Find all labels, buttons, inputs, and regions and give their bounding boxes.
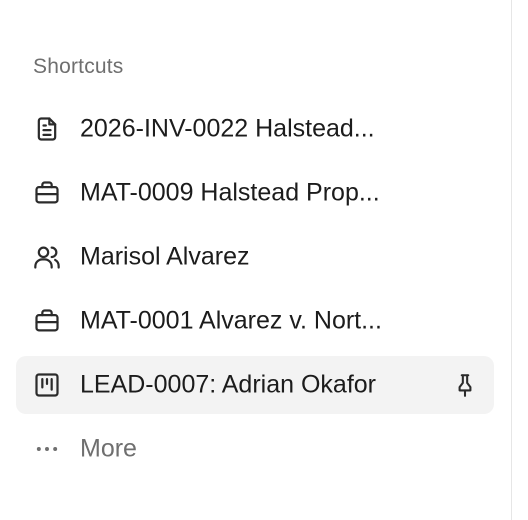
shortcut-label: MAT-0001 Alvarez v. Nort... xyxy=(80,306,382,335)
shortcut-item-matter-alvarez[interactable]: MAT-0001 Alvarez v. Nort... xyxy=(16,292,494,350)
kanban-icon xyxy=(32,370,62,400)
shortcut-label: Marisol Alvarez xyxy=(80,242,250,271)
shortcut-label: LEAD-0007: Adrian Okafor xyxy=(80,370,376,399)
pin-icon[interactable] xyxy=(450,370,480,400)
shortcut-item-lead-okafor[interactable]: LEAD-0007: Adrian Okafor xyxy=(16,356,494,414)
shortcuts-panel: Shortcuts 2026-INV-0022 Halstead... MAT-… xyxy=(0,0,512,520)
briefcase-icon xyxy=(32,178,62,208)
briefcase-icon xyxy=(32,306,62,336)
more-button[interactable]: More xyxy=(16,420,494,478)
shortcut-item-matter-halstead[interactable]: MAT-0009 Halstead Prop... xyxy=(16,164,494,222)
users-icon xyxy=(32,242,62,272)
shortcut-item-contact-alvarez[interactable]: Marisol Alvarez xyxy=(16,228,494,286)
ellipsis-icon xyxy=(32,434,62,464)
shortcut-label: 2026-INV-0022 Halstead... xyxy=(80,114,375,143)
document-icon xyxy=(32,114,62,144)
shortcuts-list: 2026-INV-0022 Halstead... MAT-0009 Halst… xyxy=(16,100,494,484)
shortcuts-heading: Shortcuts xyxy=(33,55,124,78)
more-label: More xyxy=(80,434,137,463)
shortcut-item-invoice[interactable]: 2026-INV-0022 Halstead... xyxy=(16,100,494,158)
shortcut-label: MAT-0009 Halstead Prop... xyxy=(80,178,380,207)
